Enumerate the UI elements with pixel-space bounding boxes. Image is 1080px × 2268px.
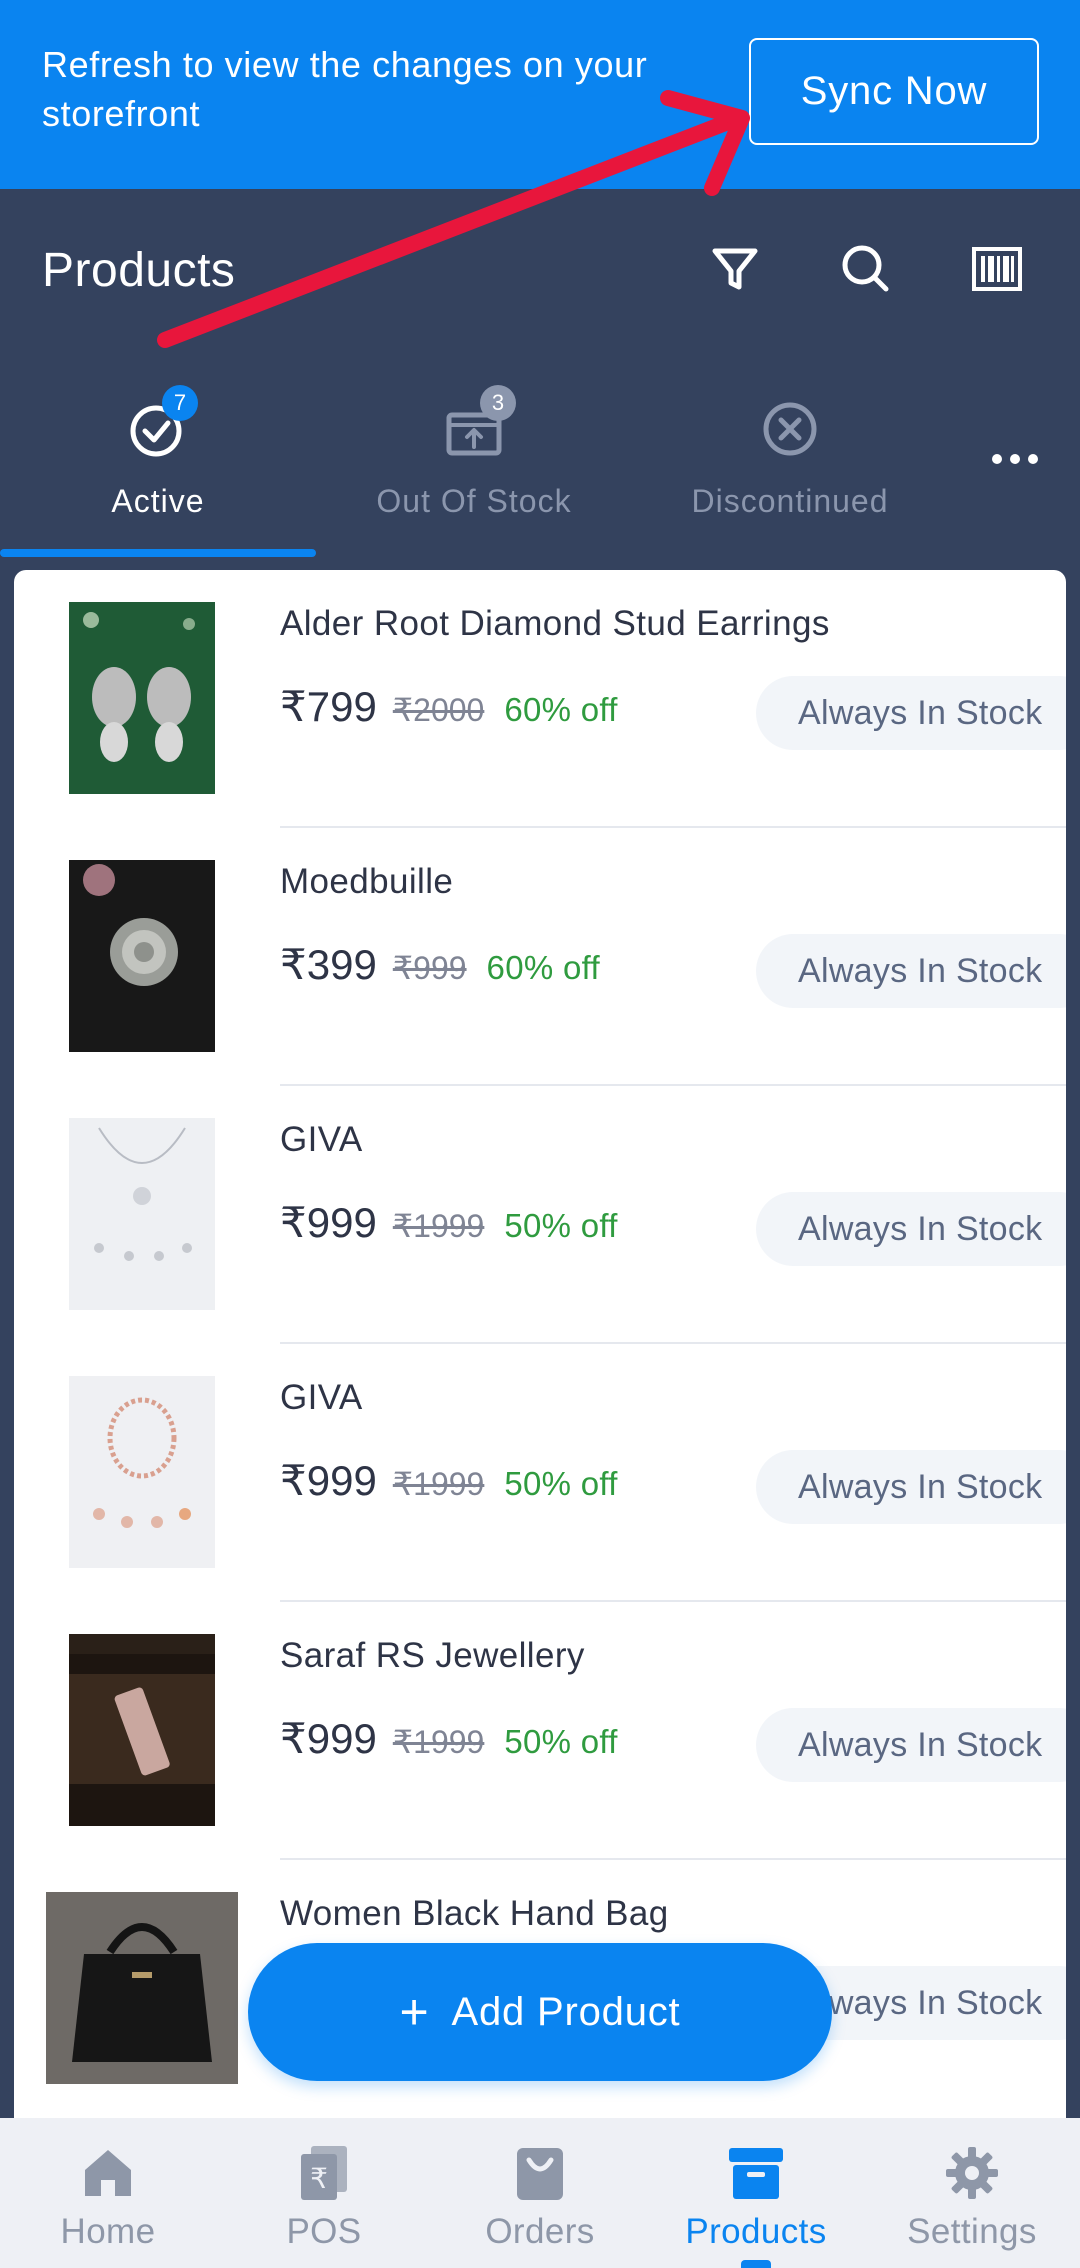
plus-icon: + bbox=[399, 1984, 430, 2040]
tab-active-badge: 7 bbox=[162, 385, 198, 421]
product-image bbox=[46, 1892, 238, 2084]
product-name: Saraf RS Jewellery bbox=[280, 1636, 585, 1675]
product-item[interactable]: GIVA ₹999 ₹1999 50% off Always In Stock bbox=[14, 1344, 1066, 1602]
product-price: ₹399 bbox=[280, 941, 377, 988]
product-price: ₹999 bbox=[280, 1457, 377, 1504]
gear-icon bbox=[943, 2144, 1001, 2202]
x-circle-icon bbox=[760, 399, 820, 459]
product-name: Alder Root Diamond Stud Earrings bbox=[280, 604, 830, 643]
price-row: ₹999 ₹1999 50% off bbox=[280, 1198, 618, 1247]
product-image bbox=[69, 1376, 215, 1568]
price-row: ₹999 ₹1999 50% off bbox=[280, 1456, 618, 1505]
product-name: Moedbuille bbox=[280, 862, 454, 901]
filter-icon[interactable] bbox=[705, 239, 765, 299]
product-mrp: ₹1999 bbox=[392, 1208, 485, 1244]
product-discount: 60% off bbox=[504, 691, 618, 728]
nav-item-settings[interactable]: Settings bbox=[864, 2118, 1080, 2268]
more-options-icon[interactable] bbox=[980, 439, 1050, 479]
product-item[interactable]: Alder Root Diamond Stud Earrings ₹799 ₹2… bbox=[14, 570, 1066, 828]
product-list: Alder Root Diamond Stud Earrings ₹799 ₹2… bbox=[14, 570, 1066, 2118]
nav-item-home[interactable]: Home bbox=[0, 2118, 216, 2268]
product-discount: 50% off bbox=[504, 1465, 618, 1502]
product-discount: 50% off bbox=[504, 1207, 618, 1244]
product-price: ₹799 bbox=[280, 683, 377, 730]
search-icon[interactable] bbox=[836, 239, 896, 299]
price-row: ₹799 ₹2000 60% off bbox=[280, 682, 618, 731]
bottom-nav: Home ₹ POS Orders Products Settings bbox=[0, 2118, 1080, 2268]
product-image bbox=[69, 1118, 215, 1310]
tab-active-indicator bbox=[0, 549, 316, 557]
nav-active-indicator bbox=[741, 2260, 771, 2268]
nav-item-pos[interactable]: ₹ POS bbox=[216, 2118, 432, 2268]
product-mrp: ₹1999 bbox=[392, 1724, 485, 1760]
nav-label-orders: Orders bbox=[485, 2212, 595, 2251]
rupee-receipt-icon: ₹ bbox=[295, 2144, 353, 2202]
tab-out-of-stock-label: Out Of Stock bbox=[376, 483, 572, 519]
add-product-button[interactable]: + Add Product bbox=[248, 1943, 832, 2081]
product-mrp: ₹1999 bbox=[392, 1466, 485, 1502]
tab-out-of-stock-badge: 3 bbox=[480, 385, 516, 421]
archive-icon bbox=[727, 2144, 785, 2202]
tab-active-label: Active bbox=[111, 483, 205, 519]
product-item[interactable]: Saraf RS Jewellery ₹999 ₹1999 50% off Al… bbox=[14, 1602, 1066, 1860]
stock-status-badge[interactable]: Always In Stock bbox=[756, 1450, 1066, 1524]
tab-discontinued[interactable]: Discontinued bbox=[632, 399, 948, 549]
bag-icon bbox=[511, 2144, 569, 2202]
price-row: ₹999 ₹1999 50% off bbox=[280, 1714, 618, 1763]
stock-status-badge[interactable]: Always In Stock bbox=[756, 934, 1066, 1008]
page-title: Products bbox=[42, 244, 236, 297]
product-discount: 50% off bbox=[504, 1723, 618, 1760]
sync-banner: Refresh to view the changes on your stor… bbox=[0, 0, 1080, 189]
product-discount: 60% off bbox=[486, 949, 600, 986]
product-image bbox=[69, 860, 215, 1052]
stock-status-badge[interactable]: Always In Stock bbox=[756, 1708, 1066, 1782]
sync-now-button[interactable]: Sync Now bbox=[749, 38, 1039, 145]
products-header: Products 7 Active 3 Out Of Stock Discont… bbox=[0, 189, 1080, 559]
product-item[interactable]: Moedbuille ₹399 ₹999 60% off Always In S… bbox=[14, 828, 1066, 1086]
product-name: Women Black Hand Bag bbox=[280, 1894, 669, 1933]
nav-item-products[interactable]: Products bbox=[648, 2118, 864, 2268]
nav-label-home: Home bbox=[60, 2212, 156, 2251]
product-mrp: ₹999 bbox=[392, 950, 467, 986]
nav-label-settings: Settings bbox=[907, 2212, 1037, 2251]
nav-label-pos: POS bbox=[286, 2212, 362, 2251]
product-name: GIVA bbox=[280, 1378, 363, 1417]
nav-label-products: Products bbox=[685, 2212, 827, 2251]
stock-status-badge[interactable]: Always In Stock bbox=[756, 676, 1066, 750]
stock-status-badge[interactable]: Always In Stock bbox=[756, 1192, 1066, 1266]
product-image bbox=[69, 1634, 215, 1826]
tab-out-of-stock[interactable]: 3 Out Of Stock bbox=[316, 385, 632, 549]
svg-text:₹: ₹ bbox=[310, 2162, 328, 2195]
status-tabs: 7 Active 3 Out Of Stock Discontinued bbox=[0, 385, 1080, 559]
add-product-label: Add Product bbox=[451, 1989, 681, 2034]
product-mrp: ₹2000 bbox=[392, 692, 485, 728]
nav-item-orders[interactable]: Orders bbox=[432, 2118, 648, 2268]
product-price: ₹999 bbox=[280, 1199, 377, 1246]
product-item[interactable]: GIVA ₹999 ₹1999 50% off Always In Stock bbox=[14, 1086, 1066, 1344]
price-row: ₹399 ₹999 60% off bbox=[280, 940, 600, 989]
barcode-icon[interactable] bbox=[967, 239, 1027, 299]
tab-active[interactable]: 7 Active bbox=[0, 385, 316, 557]
tab-discontinued-label: Discontinued bbox=[691, 483, 889, 519]
product-name: GIVA bbox=[280, 1120, 363, 1159]
sync-message: Refresh to view the changes on your stor… bbox=[42, 44, 648, 134]
product-price: ₹999 bbox=[280, 1715, 377, 1762]
product-image bbox=[69, 602, 215, 794]
home-icon bbox=[79, 2144, 137, 2202]
